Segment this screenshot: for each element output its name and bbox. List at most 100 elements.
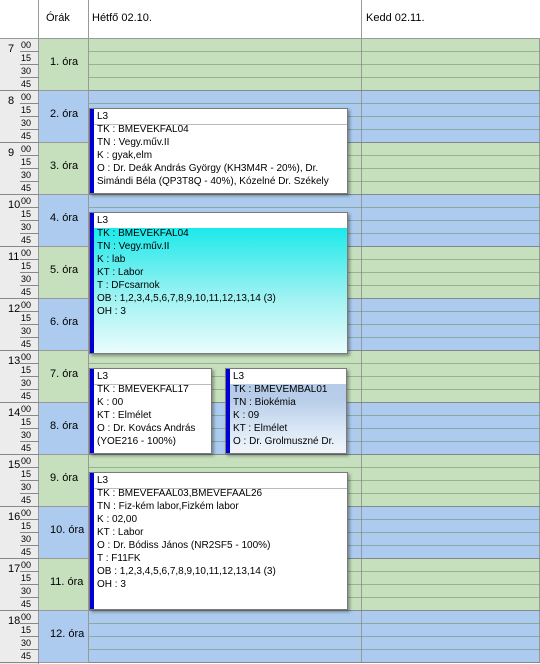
lesson-cell: 1. óra bbox=[39, 39, 89, 91]
day-slot[interactable] bbox=[89, 611, 362, 663]
time-tick bbox=[20, 272, 39, 273]
hour-label: 13 bbox=[8, 355, 21, 367]
event-detail-line: OB : 1,2,3,4,5,6,7,8,9,10,11,12,13,14 (3… bbox=[97, 293, 276, 304]
time-tick bbox=[0, 506, 39, 507]
minute-label: 45 bbox=[21, 443, 32, 453]
time-tick bbox=[0, 90, 39, 91]
day-slot[interactable] bbox=[362, 507, 540, 559]
slot-divider bbox=[362, 649, 540, 650]
event-detail-line: KT : Labor bbox=[97, 267, 144, 278]
minute-label: 45 bbox=[21, 391, 32, 401]
slot-divider bbox=[362, 584, 540, 585]
time-tick bbox=[0, 402, 39, 403]
minute-label: 15 bbox=[21, 365, 32, 375]
header-day-monday[interactable]: Hétfő 02.10. bbox=[89, 0, 362, 39]
lesson-label: 2. óra bbox=[50, 108, 79, 120]
minute-label: 00 bbox=[21, 612, 32, 622]
lesson-label: 11. óra bbox=[50, 576, 84, 588]
lesson-cell: 6. óra bbox=[39, 299, 89, 351]
lesson-cell: 8. óra bbox=[39, 403, 89, 455]
event-detail-line: TN : Fiz-kém labor,Fizkém labor bbox=[97, 501, 239, 512]
slot-divider bbox=[362, 493, 540, 494]
minute-label: 45 bbox=[21, 235, 32, 245]
minute-label: 30 bbox=[21, 66, 32, 76]
time-tick bbox=[20, 233, 39, 234]
hour-label: 8 bbox=[8, 95, 15, 107]
minute-label: 30 bbox=[21, 170, 32, 180]
event-detail-line: O : Dr. Grolmuszné Dr. bbox=[233, 436, 335, 447]
slot-divider bbox=[362, 181, 540, 182]
slot-divider bbox=[89, 363, 362, 364]
day-slot[interactable] bbox=[362, 351, 540, 403]
lesson-label: 5. óra bbox=[50, 264, 79, 276]
event-accent-bar bbox=[90, 369, 94, 453]
day-slot[interactable] bbox=[362, 611, 540, 663]
day-slot[interactable] bbox=[362, 91, 540, 143]
time-tick bbox=[20, 571, 39, 572]
minute-label: 00 bbox=[21, 92, 32, 102]
day-slot[interactable] bbox=[362, 39, 540, 91]
slot-divider bbox=[89, 207, 362, 208]
lesson-cell: 7. óra bbox=[39, 351, 89, 403]
time-tick bbox=[20, 259, 39, 260]
event-card[interactable]: L3 TK : BMEVEFAAL03,BMEVEFAAL26 TN : Fiz-… bbox=[89, 472, 348, 610]
time-tick bbox=[0, 246, 39, 247]
event-detail-line: KT : Elmélet bbox=[97, 410, 152, 421]
header-corner bbox=[0, 0, 39, 39]
hour-label: 18 bbox=[8, 615, 21, 627]
lesson-label: 1. óra bbox=[50, 56, 79, 68]
header-hours-label: Órák bbox=[46, 12, 70, 24]
slot-divider bbox=[362, 324, 540, 325]
slot-divider bbox=[362, 51, 540, 52]
time-tick bbox=[20, 181, 39, 182]
event-card[interactable]: L3 TK : BMEVEKFAL17 K : 00 KT : Elmélet O :… bbox=[89, 368, 212, 454]
hour-label: 7 bbox=[8, 43, 15, 55]
time-tick bbox=[20, 337, 39, 338]
event-detail-line: O : Dr. Deák András György (KH3M4R - 20%… bbox=[97, 163, 319, 174]
hour-label: 14 bbox=[8, 407, 21, 419]
slot-divider bbox=[362, 64, 540, 65]
hour-label: 15 bbox=[8, 459, 21, 471]
day-slot[interactable] bbox=[362, 143, 540, 195]
minute-label: 00 bbox=[21, 248, 32, 258]
minute-label: 45 bbox=[21, 547, 32, 557]
day-slot[interactable] bbox=[362, 195, 540, 247]
lesson-label: 10. óra bbox=[50, 524, 85, 536]
hour-label: 17 bbox=[8, 563, 21, 575]
header-day-monday-label: Hétfő 02.10. bbox=[92, 12, 152, 24]
time-tick bbox=[20, 415, 39, 416]
event-detail-line: TN : Biokémia bbox=[233, 397, 296, 408]
event-card[interactable]: L3 TK : BMEVEMBAL01 TN : Biokémia K : 09 KT… bbox=[225, 368, 347, 454]
day-slot[interactable] bbox=[89, 39, 362, 91]
day-slot[interactable] bbox=[362, 247, 540, 299]
slot-divider bbox=[362, 168, 540, 169]
lesson-cell: 11. óra bbox=[39, 559, 89, 611]
day-slot[interactable] bbox=[362, 299, 540, 351]
event-card[interactable]: L3 TK : BMEVEKFAL04 TN : Vegy.műv.II K : g… bbox=[89, 108, 348, 194]
minute-label: 00 bbox=[21, 300, 32, 310]
time-tick bbox=[0, 142, 39, 143]
minute-label: 15 bbox=[21, 157, 32, 167]
time-tick bbox=[20, 480, 39, 481]
minute-label: 45 bbox=[21, 495, 32, 505]
minute-label: 00 bbox=[21, 352, 32, 362]
day-slot[interactable] bbox=[362, 559, 540, 611]
slot-divider bbox=[89, 467, 362, 468]
header-day-tuesday[interactable]: Kedd 02.11. bbox=[362, 0, 540, 39]
slot-divider bbox=[362, 103, 540, 104]
time-tick bbox=[20, 103, 39, 104]
time-tick bbox=[20, 311, 39, 312]
day-slot[interactable] bbox=[362, 403, 540, 455]
time-tick bbox=[0, 194, 39, 195]
minute-label: 45 bbox=[21, 287, 32, 297]
minute-label: 00 bbox=[21, 508, 32, 518]
event-detail-line: K : 00 bbox=[97, 397, 124, 408]
event-card[interactable]: L3 TK : BMEVEKFAL04 TN : Vegy.műv.II K : l… bbox=[89, 212, 348, 354]
lesson-label: 12. óra bbox=[50, 628, 85, 640]
slot-divider bbox=[362, 155, 540, 156]
event-detail-line: TK : BMEVEKFAL04 bbox=[97, 124, 189, 135]
day-slot[interactable] bbox=[362, 455, 540, 507]
slot-divider bbox=[362, 207, 540, 208]
event-detail-line: KT : Labor bbox=[97, 527, 144, 538]
minute-label: 00 bbox=[21, 560, 32, 570]
